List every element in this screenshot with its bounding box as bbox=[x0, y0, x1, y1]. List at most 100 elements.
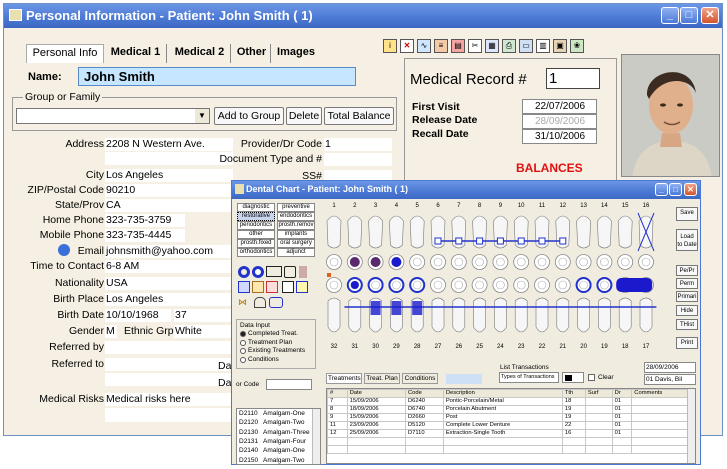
delete-button[interactable]: Delete bbox=[286, 107, 322, 125]
cancel-x-icon[interactable]: ✕ bbox=[400, 39, 414, 53]
home-phone-field[interactable]: 323-735-3759 bbox=[105, 214, 185, 227]
color-picker[interactable] bbox=[562, 372, 584, 383]
column-header[interactable]: Dr bbox=[611, 389, 633, 398]
post-tool-icon[interactable] bbox=[252, 281, 264, 293]
scissors-icon[interactable]: ✂ bbox=[468, 39, 482, 53]
medical-record-field[interactable]: 1 bbox=[546, 68, 600, 89]
column-header[interactable]: Date bbox=[346, 389, 406, 398]
document-type-field[interactable] bbox=[324, 153, 392, 166]
time-to-contact-field[interactable]: 6-8 AM bbox=[105, 260, 233, 273]
category-restorative[interactable]: restorative bbox=[237, 212, 275, 221]
veneer-tool-icon[interactable] bbox=[282, 281, 294, 293]
tab-personal-info[interactable]: Personal Info bbox=[26, 44, 104, 63]
chart-icon[interactable]: ∿ bbox=[417, 39, 431, 53]
dental-close-button[interactable]: ✕ bbox=[684, 183, 697, 196]
main-title-bar[interactable]: Personal Information - Patient: John Smi… bbox=[4, 4, 722, 28]
tab-medical-2[interactable]: Medical 2 bbox=[169, 44, 231, 63]
category-orthodontics[interactable]: orthodontics bbox=[237, 248, 275, 257]
address-field[interactable]: 2208 N Western Ave. bbox=[105, 138, 233, 151]
code-list-item[interactable]: D2130 Amalgam-Three bbox=[239, 429, 315, 438]
plant-icon[interactable]: ❀ bbox=[570, 39, 584, 53]
category-oral-surgery[interactable]: oral surgery bbox=[277, 239, 315, 248]
circle-tool-icon[interactable] bbox=[238, 266, 250, 278]
address-line-2[interactable] bbox=[105, 152, 233, 165]
procedure-code-list[interactable]: D2110 Amalgam-One D2120 Amalgam-Two D2130 Ama… bbox=[236, 408, 321, 465]
referred-by-field[interactable] bbox=[105, 341, 233, 354]
column-header[interactable]: Comments bbox=[631, 389, 689, 398]
code-list-scrollbar[interactable] bbox=[312, 409, 320, 464]
tab-treatments[interactable]: Treatments bbox=[326, 373, 362, 384]
zip-field[interactable]: 90210 bbox=[105, 184, 233, 197]
data-input-radio[interactable] bbox=[240, 339, 246, 346]
release-date[interactable]: 28/09/2006 bbox=[522, 114, 597, 129]
birth-date-field[interactable]: 10/10/1968 bbox=[105, 309, 171, 322]
table-row[interactable]: 12 25/09/2006 D7110 Extraction-Single Tooth… bbox=[327, 429, 689, 438]
recall-date[interactable]: 31/10/2006 bbox=[522, 129, 597, 144]
category-implants[interactable]: implants bbox=[277, 230, 315, 239]
tab-medical-1[interactable]: Medical 1 bbox=[105, 44, 167, 63]
monitor-icon[interactable]: ▭ bbox=[519, 39, 533, 53]
data-input-radio[interactable] bbox=[240, 348, 246, 354]
code-list-item[interactable]: D2140 Amalgam-One bbox=[239, 447, 315, 456]
tab-images[interactable]: Images bbox=[273, 44, 319, 63]
dental-minimize-button[interactable]: _ bbox=[655, 183, 668, 196]
sealant-tool-icon[interactable] bbox=[296, 281, 308, 293]
column-header[interactable]: Tth bbox=[561, 389, 586, 398]
name-field[interactable]: John Smith bbox=[78, 67, 356, 86]
provider-field[interactable]: 1 bbox=[324, 138, 392, 151]
city-field[interactable]: Los Angeles bbox=[105, 169, 233, 182]
ethnic-field[interactable]: White bbox=[174, 325, 232, 338]
referred-to-field[interactable] bbox=[105, 358, 233, 371]
tooth-chart-graphic[interactable]: 1 2 3 4 5 6 7 8 9 10 11 12 13 14 15 1632 31 30 29 28 27 26 25 2… bbox=[324, 201, 674, 351]
tooth-tool-icon[interactable] bbox=[299, 266, 307, 278]
nationality-field[interactable]: USA bbox=[105, 277, 233, 290]
info-icon[interactable]: i bbox=[383, 39, 397, 53]
gum-tool-icon[interactable] bbox=[254, 297, 266, 308]
email-field[interactable]: johnsmith@yahoo.com bbox=[105, 245, 233, 258]
category-prosth-remov[interactable]: prosth.remov bbox=[277, 221, 315, 230]
side-button-save[interactable]: Save bbox=[676, 207, 698, 221]
transactions-scrollbar[interactable] bbox=[687, 389, 695, 463]
data-input-radio[interactable] bbox=[240, 356, 246, 363]
column-header[interactable]: Code bbox=[404, 389, 444, 398]
side-button-load-to-date[interactable]: Load to Date bbox=[676, 229, 698, 251]
state-field[interactable]: CA bbox=[105, 199, 233, 212]
calendar-icon[interactable]: ≡ bbox=[434, 39, 448, 53]
clear-checkbox[interactable] bbox=[588, 374, 595, 381]
code-list-item[interactable]: D2131 Amalgam-Four bbox=[239, 438, 315, 447]
side-button-pe-pr[interactable]: Pe/Pr bbox=[676, 265, 698, 276]
document-icon[interactable]: ▦ bbox=[485, 39, 499, 53]
maximize-button[interactable]: □ bbox=[680, 7, 698, 24]
or-code-field[interactable] bbox=[266, 379, 312, 390]
birth-place-field[interactable]: Los Angeles bbox=[105, 293, 233, 306]
side-button-perm[interactable]: Perm bbox=[676, 278, 698, 289]
implant-tool-icon[interactable] bbox=[266, 281, 278, 293]
denture-tool-icon[interactable] bbox=[284, 266, 296, 278]
print-icon[interactable]: ⎙ bbox=[502, 39, 516, 53]
data-input-radio[interactable] bbox=[240, 331, 246, 337]
image-icon[interactable]: ▣ bbox=[553, 39, 567, 53]
category-other[interactable]: other bbox=[237, 230, 275, 239]
gender-field[interactable]: M bbox=[105, 325, 117, 338]
close-button[interactable]: ✕ bbox=[701, 7, 719, 24]
side-button-print[interactable]: Print bbox=[676, 337, 698, 349]
table-row-empty[interactable] bbox=[327, 437, 689, 446]
transactions-type-select[interactable]: Types of Transactions bbox=[499, 372, 559, 383]
total-balance-button[interactable]: Total Balance bbox=[324, 107, 394, 125]
sheet-icon[interactable]: ▥ bbox=[536, 39, 550, 53]
doctor-select[interactable]: 01 Davis, Bil bbox=[644, 374, 696, 385]
group-select[interactable]: ▼ bbox=[16, 108, 210, 124]
dental-chart-title-bar[interactable]: Dental Chart - Patient: John Smith ( 1) … bbox=[232, 181, 700, 199]
column-header[interactable]: # bbox=[327, 389, 348, 398]
category-preventive[interactable]: preventive bbox=[277, 203, 315, 212]
table-row[interactable]: 11 23/09/2006 D5120 Complete Lower Denture 2… bbox=[327, 421, 689, 430]
category-diagnostic[interactable]: diagnostic bbox=[237, 203, 275, 212]
email-icon[interactable] bbox=[58, 244, 70, 256]
tab-other[interactable]: Other bbox=[233, 44, 271, 63]
chevron-down-icon[interactable]: ▼ bbox=[195, 109, 209, 123]
bridge-tool-icon[interactable] bbox=[266, 266, 282, 277]
side-button-hide[interactable]: Hide bbox=[676, 305, 698, 316]
category-periodontics[interactable]: periodontics bbox=[237, 221, 275, 230]
code-list-item[interactable]: D2110 Amalgam-One bbox=[239, 410, 315, 419]
table-row[interactable]: 9 15/09/2006 D2660 Post 19 01 bbox=[327, 413, 689, 422]
